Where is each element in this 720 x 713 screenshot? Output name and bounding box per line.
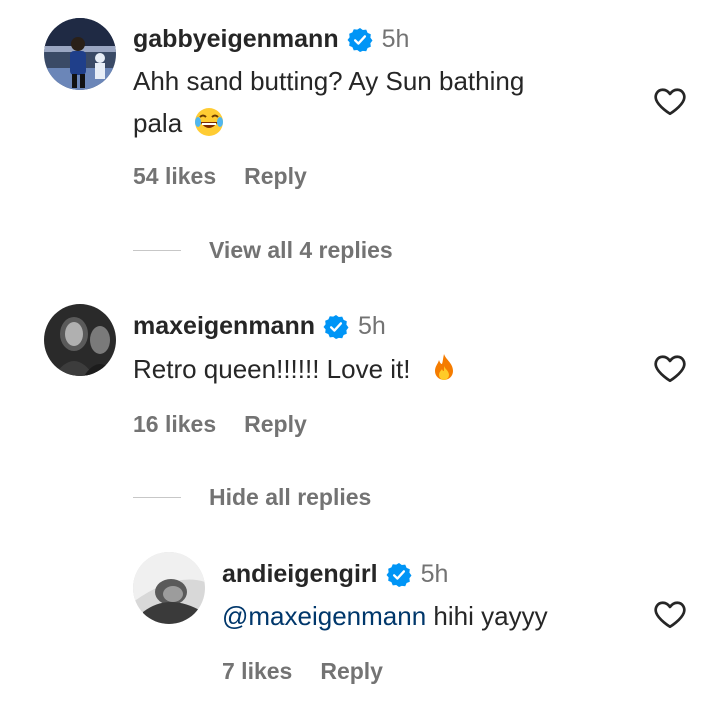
comment-meta: 16 likes Reply — [133, 411, 307, 438]
like-heart-icon[interactable] — [652, 596, 688, 632]
reply-button[interactable]: Reply — [320, 658, 383, 685]
likes-count[interactable]: 54 likes — [133, 163, 216, 190]
fire-emoji-icon — [434, 354, 453, 381]
comment-text-body: Retro queen!!!!!! Love it! — [133, 354, 411, 384]
reply-andieigengirl: andieigengirl 5h @maxeigenmann hihi yayy… — [0, 540, 720, 713]
verified-badge-icon — [347, 27, 373, 52]
comment-text-line: Ahh sand butting? Ay Sun bathing — [133, 66, 525, 96]
hide-replies-label[interactable]: Hide all replies — [209, 484, 371, 511]
avatar[interactable] — [133, 552, 205, 624]
username[interactable]: andieigengirl 5h — [222, 560, 448, 589]
username-text[interactable]: andieigengirl — [222, 560, 378, 589]
comment-gabbyeigenmann: gabbyeigenmann 5h Ahh sand butting? Ay S… — [0, 0, 720, 290]
verified-badge-icon — [323, 314, 349, 339]
like-heart-icon[interactable] — [652, 83, 688, 119]
timestamp: 5h — [358, 312, 386, 340]
reply-button[interactable]: Reply — [244, 411, 307, 438]
verified-badge-icon — [386, 562, 412, 587]
comment-maxeigenmann: maxeigenmann 5h Retro queen!!!!!! Love i… — [0, 290, 720, 540]
likes-count[interactable]: 16 likes — [133, 411, 216, 438]
username-text[interactable]: maxeigenmann — [133, 312, 315, 341]
username[interactable]: gabbyeigenmann 5h — [133, 25, 409, 54]
avatar[interactable] — [44, 18, 116, 90]
reply-button[interactable]: Reply — [244, 163, 307, 190]
comment-text-line-2: pala — [133, 102, 633, 144]
username[interactable]: maxeigenmann 5h — [133, 312, 386, 341]
laughing-emoji-icon — [195, 108, 224, 137]
like-heart-icon[interactable] — [652, 350, 688, 386]
hide-replies-button[interactable]: Hide all replies — [133, 484, 371, 511]
view-replies-label[interactable]: View all 4 replies — [209, 237, 393, 264]
comment-text-line-2-text: pala — [133, 108, 183, 138]
comment-meta: 54 likes Reply — [133, 163, 307, 190]
likes-count[interactable]: 7 likes — [222, 658, 292, 685]
comment-text: Ahh sand butting? Ay Sun bathing pala — [133, 60, 633, 144]
reply-text-body: hihi yayyy — [433, 601, 548, 631]
view-replies-button[interactable]: View all 4 replies — [133, 237, 393, 264]
divider-line — [133, 250, 181, 251]
timestamp: 5h — [381, 25, 410, 53]
divider-line — [133, 497, 181, 498]
avatar[interactable] — [44, 304, 116, 376]
comment-text: Retro queen!!!!!! Love it! — [133, 348, 633, 390]
username-text[interactable]: gabbyeigenmann — [133, 25, 339, 54]
reply-meta: 7 likes Reply — [222, 658, 383, 685]
reply-text: @maxeigenmann hihi yayyy — [222, 595, 642, 637]
timestamp: 5h — [420, 560, 449, 588]
mention-link[interactable]: @maxeigenmann — [222, 601, 426, 631]
